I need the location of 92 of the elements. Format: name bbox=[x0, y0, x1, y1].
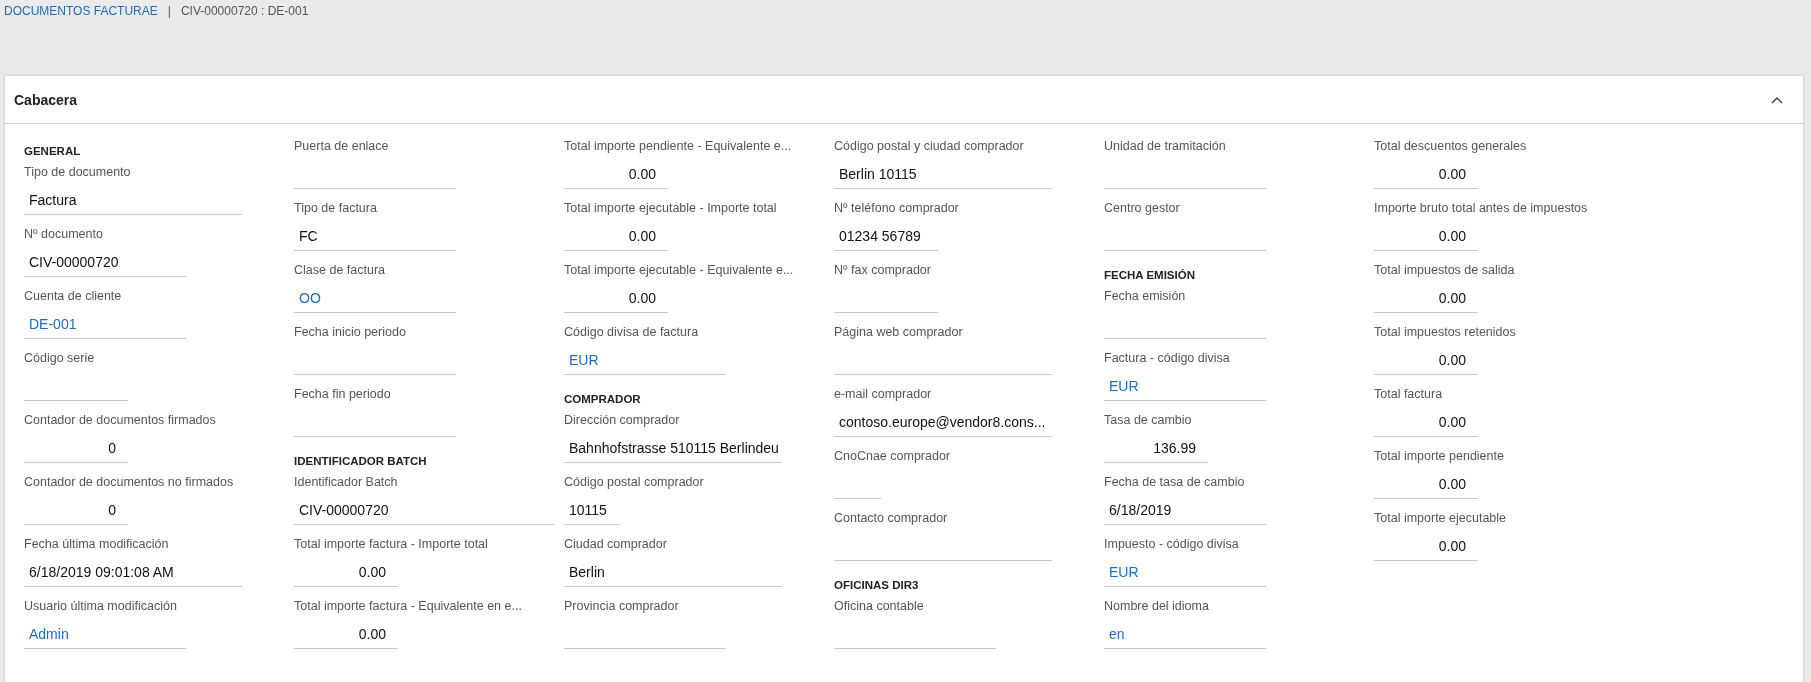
field-label: Oficina contable bbox=[834, 598, 924, 615]
field-label: Fecha inicio periodo bbox=[294, 324, 406, 341]
field-label: Cuenta de cliente bbox=[24, 288, 122, 305]
input-field[interactable]: 0.00 bbox=[1374, 470, 1478, 499]
field-label: Fecha de tasa de cambio bbox=[1104, 474, 1245, 491]
field-label: Código postal comprador bbox=[564, 474, 704, 491]
field-label: Unidad de tramitación bbox=[1104, 138, 1226, 155]
input-field[interactable]: 0.00 bbox=[564, 160, 668, 189]
input-field[interactable]: FC bbox=[294, 222, 456, 251]
field-label: Total impuestos de salida bbox=[1374, 262, 1515, 279]
input-field[interactable]: contoso.europe@vendor8.cons... bbox=[834, 408, 1052, 437]
input-field[interactable]: 10115 bbox=[564, 496, 620, 525]
field-label: Provincia comprador bbox=[564, 598, 679, 615]
field-label: e-mail comprador bbox=[834, 386, 932, 403]
input-field[interactable]: Berlin bbox=[564, 558, 782, 587]
field-label: Total descuentos generales bbox=[1374, 138, 1527, 155]
input-field[interactable]: 0.00 bbox=[294, 620, 398, 649]
field-label: Total factura bbox=[1374, 386, 1443, 403]
input-field[interactable]: CIV-00000720 bbox=[294, 496, 554, 525]
field-label: Nombre del idioma bbox=[1104, 598, 1209, 615]
breadcrumb-current: CIV-00000720 : DE-001 bbox=[180, 4, 309, 18]
field-label: Clase de factura bbox=[294, 262, 386, 279]
field-label: Página web comprador bbox=[834, 324, 963, 341]
section-heading: COMPRADOR bbox=[564, 392, 642, 407]
input-field[interactable]: 0.00 bbox=[294, 558, 398, 587]
input-field[interactable]: 01234 56789 bbox=[834, 222, 938, 251]
field-label: Total importe ejecutable - Equivalente e... bbox=[564, 262, 794, 279]
field-label: Fecha emisión bbox=[1104, 288, 1186, 305]
field-label: Impuesto - código divisa bbox=[1104, 536, 1239, 553]
input-field[interactable]: 6/18/2019 09:01:08 AM bbox=[24, 558, 242, 587]
field-label: Total importe ejecutable bbox=[1374, 510, 1507, 527]
field-label: Centro gestor bbox=[1104, 200, 1180, 217]
input-field[interactable]: Bahnhofstrasse 510115 Berlindeu bbox=[564, 434, 782, 463]
field-label: Nº fax comprador bbox=[834, 262, 931, 279]
field-label: Contador de documentos no firmados bbox=[24, 474, 234, 491]
field-label: Total importe pendiente bbox=[1374, 448, 1504, 465]
input-field[interactable]: EUR bbox=[564, 346, 726, 375]
field-label: Fecha fin periodo bbox=[294, 386, 391, 403]
input-field[interactable]: CIV-00000720 bbox=[24, 248, 186, 277]
field-label: Nº teléfono comprador bbox=[834, 200, 959, 217]
field-label: Nº documento bbox=[24, 226, 103, 243]
field-label: Total importe factura - Equivalente en e... bbox=[294, 598, 522, 615]
input-field[interactable]: 136.99 bbox=[1104, 434, 1208, 463]
field-label: Código postal y ciudad comprador bbox=[834, 138, 1024, 155]
field-label: Ciudad comprador bbox=[564, 536, 667, 553]
section-heading: IDENTIFICADOR BATCH bbox=[294, 454, 428, 469]
input-field[interactable]: 0 bbox=[24, 496, 128, 525]
field-label: Código serie bbox=[24, 350, 95, 367]
field-label: Fecha última modificación bbox=[24, 536, 169, 553]
section-heading: GENERAL bbox=[24, 144, 82, 159]
input-field[interactable]: en bbox=[1104, 620, 1266, 649]
field-label: Código divisa de factura bbox=[564, 324, 699, 341]
breadcrumb-separator: | bbox=[167, 4, 171, 18]
input-field[interactable]: 6/18/2019 bbox=[1104, 496, 1266, 525]
field-label: Identificador Batch bbox=[294, 474, 398, 491]
field-label: Total impuestos retenidos bbox=[1374, 324, 1516, 341]
input-field[interactable]: EUR bbox=[1104, 372, 1266, 401]
section-heading: OFICINAS DIR3 bbox=[834, 578, 920, 593]
collapse-chevron-icon[interactable] bbox=[1771, 95, 1783, 104]
input-field[interactable]: DE-001 bbox=[24, 310, 186, 339]
input-field[interactable]: Berlin 10115 bbox=[834, 160, 1052, 189]
input-field[interactable]: 0.00 bbox=[1374, 408, 1478, 437]
input-field[interactable]: Factura bbox=[24, 186, 242, 215]
field-label: Contador de documentos firmados bbox=[24, 412, 216, 429]
input-field[interactable]: Admin bbox=[24, 620, 186, 649]
field-label: Tasa de cambio bbox=[1104, 412, 1192, 429]
panel-header[interactable]: Cabacera bbox=[5, 76, 1803, 124]
input-field[interactable]: 0.00 bbox=[564, 284, 668, 313]
field-label: Total importe factura - Importe total bbox=[294, 536, 488, 553]
input-field[interactable]: 0.00 bbox=[1374, 160, 1478, 189]
breadcrumb-link[interactable]: DOCUMENTOS FACTURAE bbox=[4, 4, 158, 18]
input-field[interactable]: OO bbox=[294, 284, 456, 313]
field-label: Factura - código divisa bbox=[1104, 350, 1230, 367]
section-heading: FECHA EMISIÓN bbox=[1104, 268, 1196, 283]
field-label: Usuario última modificación bbox=[24, 598, 177, 615]
field-label: Contacto comprador bbox=[834, 510, 948, 527]
input-field[interactable]: 0.00 bbox=[1374, 532, 1478, 561]
input-field[interactable]: 0.00 bbox=[1374, 222, 1478, 251]
panel-title: Cabacera bbox=[14, 91, 78, 108]
field-label: CnoCnae comprador bbox=[834, 448, 951, 465]
input-field[interactable]: 0.00 bbox=[564, 222, 668, 251]
field-label: Dirección comprador bbox=[564, 412, 680, 429]
input-field[interactable]: 0.00 bbox=[1374, 284, 1478, 313]
input-field[interactable]: 0 bbox=[24, 434, 128, 463]
input-field[interactable]: EUR bbox=[1104, 558, 1266, 587]
field-label: Total importe ejecutable - Importe total bbox=[564, 200, 777, 217]
field-label: Tipo de documento bbox=[24, 164, 131, 181]
field-label: Importe bruto total antes de impuestos bbox=[1374, 200, 1588, 217]
field-label: Tipo de factura bbox=[294, 200, 377, 217]
input-field[interactable]: 0.00 bbox=[1374, 346, 1478, 375]
field-label: Puerta de enlace bbox=[294, 138, 389, 155]
field-label: Total importe pendiente - Equivalente e... bbox=[564, 138, 792, 155]
